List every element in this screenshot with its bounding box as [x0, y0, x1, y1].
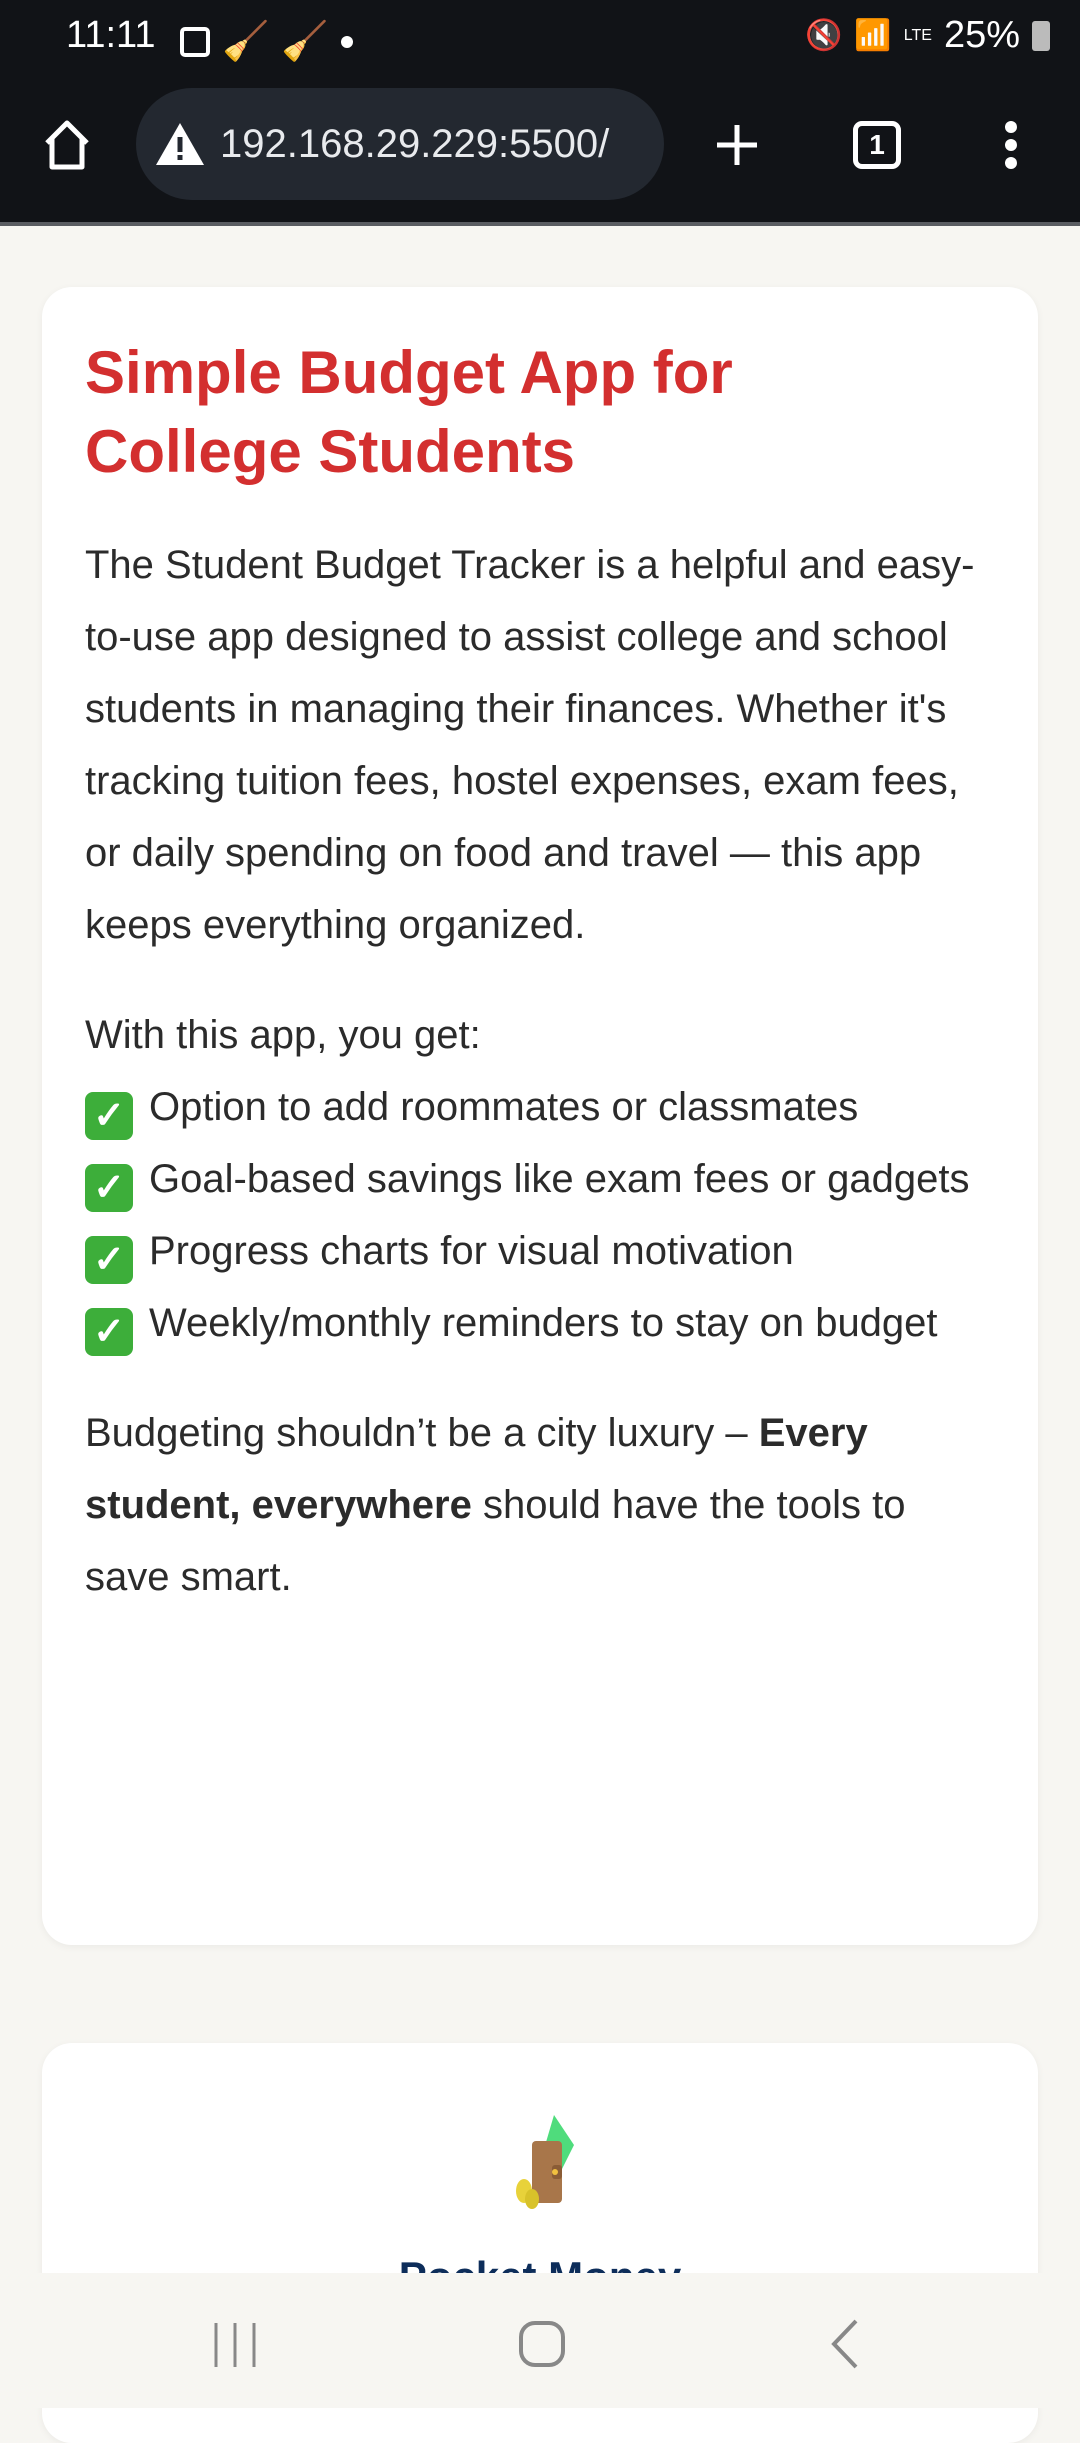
- warning-icon: [156, 123, 204, 165]
- wifi-icon: 📶: [854, 19, 892, 52]
- intro-description: The Student Budget Tracker is a helpful …: [85, 543, 975, 947]
- recent-apps-button[interactable]: [200, 2309, 270, 2379]
- check-icon: ✓: [85, 1164, 133, 1212]
- cleaner-icon: 🧹: [222, 21, 270, 63]
- menu-button[interactable]: [976, 110, 1046, 180]
- wallet-icon: [516, 2115, 574, 2209]
- home-nav-button[interactable]: [507, 2309, 577, 2379]
- check-icon: ✓: [85, 1308, 133, 1356]
- toolbar-divider: [0, 222, 1080, 226]
- feature-item: ✓ Progress charts for visual motivation: [85, 1215, 995, 1287]
- new-tab-button[interactable]: [702, 110, 772, 180]
- check-icon: ✓: [85, 1092, 133, 1140]
- tab-switcher-button[interactable]: 1: [842, 110, 912, 180]
- battery-icon: [1032, 20, 1050, 51]
- features-heading: With this app, you get:: [85, 1013, 481, 1057]
- url-text: 192.168.29.229:5500/: [220, 121, 610, 166]
- plus-icon: [717, 125, 757, 165]
- more-vert-icon: [1005, 121, 1017, 169]
- feature-item: ✓ Option to add roommates or classmates: [85, 1071, 995, 1143]
- mute-icon: 🔇: [805, 19, 843, 52]
- features-list: With this app, you get: ✓ Option to add r…: [85, 999, 995, 1359]
- status-time: 11:11: [66, 14, 156, 56]
- feature-item: ✓ Weekly/monthly reminders to stay on bud…: [85, 1287, 995, 1359]
- check-icon: ✓: [85, 1236, 133, 1284]
- back-button[interactable]: [810, 2309, 880, 2379]
- browser-chrome: 11:11 🧹 🧹 🔇 📶 LTE 25% 192.168.29.229:550…: [0, 0, 1080, 222]
- status-bar: 11:11 🧹 🧹 🔇 📶 LTE 25%: [0, 8, 1080, 68]
- gallery-icon: [180, 27, 210, 57]
- home-button[interactable]: [32, 110, 102, 180]
- cleaner-icon: 🧹: [281, 21, 329, 63]
- feature-item: ✓ Goal-based savings like exam fees or ga…: [85, 1143, 995, 1215]
- address-bar[interactable]: 192.168.29.229:5500/: [136, 88, 664, 200]
- intro-card: Simple Budget App for College Students T…: [42, 287, 1038, 1945]
- system-nav-bar: [0, 2273, 1080, 2408]
- page-title: Simple Budget App for College Students: [85, 339, 733, 485]
- tab-count: 1: [853, 121, 901, 169]
- battery-label: 25%: [943, 14, 1020, 56]
- lte-label: LTE: [903, 26, 932, 44]
- closing-text: Budgeting shouldn’t be a city luxury – E…: [85, 1411, 906, 1599]
- dot-icon: [340, 36, 353, 48]
- home-icon: [45, 120, 89, 170]
